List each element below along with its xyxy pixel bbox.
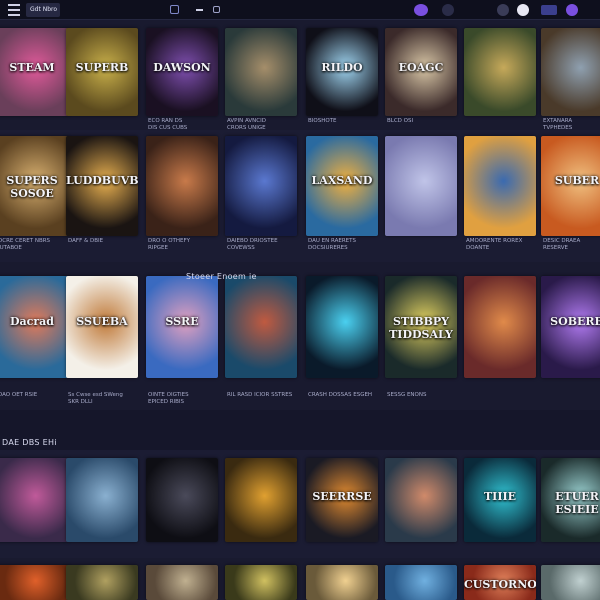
section-title-featured: Stoeer Enoem ie	[186, 272, 257, 281]
menu-icon[interactable]	[8, 4, 20, 16]
game-tile-title: ETUER ESIEIE	[555, 489, 599, 516]
game-tile-title: SUBER	[554, 174, 600, 187]
game-tile-title: TIIIE	[483, 489, 516, 503]
search-input[interactable]: Gdt Nbro	[26, 3, 60, 17]
game-tile[interactable]: SSRE	[146, 276, 218, 378]
game-tile-title: CUSTORNO	[464, 578, 536, 592]
game-tile[interactable]: SUPERB	[66, 28, 138, 116]
game-tile-title: EOAGC	[398, 61, 444, 75]
library-icon[interactable]	[170, 5, 179, 14]
game-caption: DAFF & DBIE	[68, 238, 104, 244]
game-tile[interactable]	[464, 136, 536, 236]
game-tile[interactable]	[146, 136, 218, 236]
game-tile[interactable]: EOAGC	[385, 28, 457, 116]
game-caption: AMOORENTE ROREX DOANTE	[466, 238, 523, 251]
game-tile-title: STIBBPY TIDDSALY	[389, 314, 453, 341]
game-caption: Ss Cwse esd SWeng SKR DLLI	[68, 392, 123, 405]
game-tile[interactable]: DAWSON	[146, 28, 218, 116]
game-tile[interactable]	[225, 28, 297, 116]
game-tile[interactable]	[0, 458, 68, 542]
game-tile[interactable]	[225, 136, 297, 236]
game-tile[interactable]	[541, 565, 600, 600]
game-tile[interactable]: ETUER ESIEIE	[541, 458, 600, 542]
section-title-library: DAE DBS EHi	[2, 438, 57, 447]
game-tile[interactable]	[464, 28, 536, 116]
game-tile[interactable]: SUBER	[541, 136, 600, 236]
game-tile-title: LUDDBUVBE	[66, 174, 138, 187]
game-tile[interactable]	[66, 458, 138, 542]
game-caption: DAO OET RSIE	[0, 392, 38, 398]
game-caption: BLCD OSI	[387, 118, 414, 124]
game-tile[interactable]: SUPERS SOSOE	[0, 136, 68, 236]
game-tile-title: LAXSAND	[311, 174, 373, 187]
game-tile[interactable]: SSUEBA	[66, 276, 138, 378]
game-tile[interactable]: LAXSAND	[306, 136, 378, 236]
game-tile[interactable]: SEERRSE	[306, 458, 378, 542]
game-tile-title: SUPERS SOSOE	[6, 174, 58, 200]
game-caption: SESSG ENONS	[387, 392, 427, 398]
game-tile[interactable]	[225, 458, 297, 542]
game-caption: DAU EN RAERETS DOCSIURERES	[308, 238, 356, 251]
game-tile[interactable]	[464, 276, 536, 378]
game-tile[interactable]	[146, 565, 218, 600]
game-tile[interactable]: CUSTORNO	[464, 565, 536, 600]
game-caption: OINTE OIGTIES EPICED RIBIS	[148, 392, 189, 405]
game-caption: RIL RASD ICIOR SSTRES	[227, 392, 293, 398]
game-tile[interactable]	[306, 565, 378, 600]
game-tile[interactable]: SOBERB	[541, 276, 600, 378]
game-tile[interactable]: STIBBPY TIDDSALY	[385, 276, 457, 378]
game-tile[interactable]: TIIIE	[464, 458, 536, 542]
storefront-icon[interactable]	[442, 4, 454, 16]
game-caption: DRO O OTHEFY RIPGEE	[148, 238, 191, 251]
game-tile-title: DAWSON	[153, 61, 211, 75]
game-tile[interactable]	[541, 28, 600, 116]
game-tile[interactable]	[66, 565, 138, 600]
game-tile-title: RILDO	[321, 61, 363, 75]
game-tile[interactable]: RILDO	[306, 28, 378, 116]
game-tile[interactable]	[385, 565, 457, 600]
game-tile-title: SOBERB	[550, 314, 600, 328]
game-tile-title: SSUEBA	[76, 314, 128, 328]
game-caption: BIOSHOTE	[308, 118, 337, 124]
minimize-icon[interactable]	[196, 9, 203, 11]
friends-icon[interactable]	[497, 4, 509, 16]
top-bar: Gdt Nbro	[0, 0, 600, 20]
game-tile-title: SUPERB	[75, 61, 129, 75]
game-tile-title: STEAM	[9, 61, 55, 75]
game-tile[interactable]	[146, 458, 218, 542]
game-tile-title: SSRE	[165, 314, 199, 328]
game-tile[interactable]	[225, 565, 297, 600]
grid-icon[interactable]	[541, 5, 557, 15]
game-tile[interactable]: STEAM	[0, 28, 68, 116]
game-tile[interactable]	[385, 136, 457, 236]
game-tile[interactable]: LUDDBUVBE	[66, 136, 138, 236]
game-tile[interactable]	[385, 458, 457, 542]
game-tile[interactable]	[306, 276, 378, 378]
game-tile[interactable]	[0, 565, 68, 600]
game-tile[interactable]	[225, 276, 297, 378]
chat-icon[interactable]	[414, 4, 428, 16]
profile-icon[interactable]	[517, 4, 529, 16]
game-tile-title: Dacrad	[10, 314, 54, 328]
window-icon[interactable]	[213, 6, 220, 13]
game-caption: CRASH DOSSAS ESGEH	[308, 392, 373, 398]
game-tile[interactable]: Dacrad	[0, 276, 68, 378]
game-caption: DCRE CERET NBRS IUTABOE	[0, 238, 51, 251]
game-caption: DAIEBO DRIOSTEE COVEWSS	[227, 238, 278, 251]
game-tile-title: SEERRSE	[312, 489, 372, 503]
settings-icon[interactable]	[566, 4, 578, 16]
game-caption: DESIC DRAEA RESERVE	[543, 238, 581, 251]
